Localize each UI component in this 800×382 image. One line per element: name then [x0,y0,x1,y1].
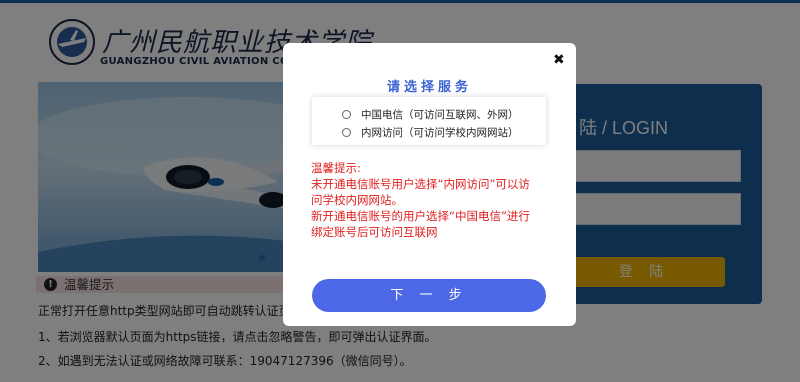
option-label: 中国电信（可访问互联网、外网） [361,109,519,121]
option-intranet[interactable]: 内网访问（可访问学校内网网站） [342,125,519,140]
radio-icon[interactable] [342,109,351,119]
option-china-telecom[interactable]: 中国电信（可访问互联网、外网） [342,107,519,122]
dialog-title: 请选择服务 [386,80,472,95]
warning-line: 绑定账号后可访问互联网 [311,225,438,239]
next-step-button[interactable]: 下 一 步 [312,279,546,312]
warning-heading: 温馨提示: [311,161,361,175]
warning-line: 问学校内网网站。 [311,193,403,207]
option-label: 内网访问（可访问学校内网网站） [361,127,519,139]
close-icon[interactable]: ✖ [553,52,565,68]
service-options: 中国电信（可访问互联网、外网） 内网访问（可访问学校内网网站） [312,97,546,145]
warning-line: 新开通电信账号的用户选择“中国电信”进行 [311,209,530,223]
radio-icon[interactable] [342,127,351,137]
service-select-dialog: ✖ 请选择服务 中国电信（可访问互联网、外网） 内网访问（可访问学校内网网站） … [283,43,576,326]
warning-line: 未开通电信账号用户选择“内网访问”可以访 [311,177,530,191]
